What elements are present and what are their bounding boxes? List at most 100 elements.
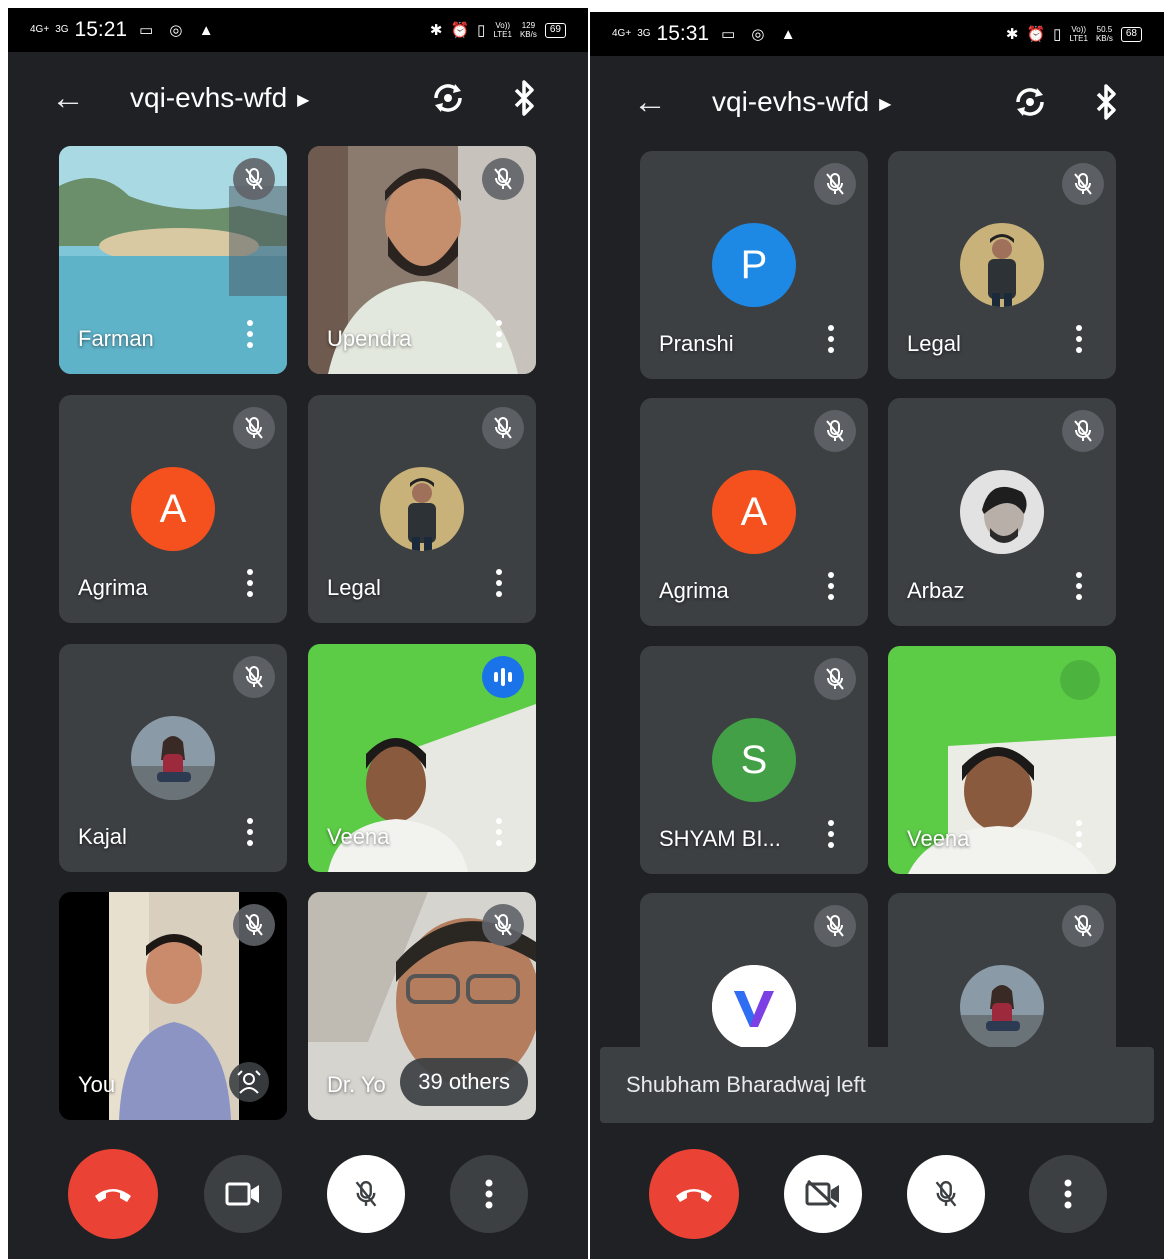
participant-more-icon[interactable] (1072, 820, 1086, 854)
avatar-letter: A (131, 467, 215, 551)
meeting-code-text: vqi-evhs-wfd (712, 86, 870, 117)
participant-more-icon[interactable] (1072, 572, 1086, 606)
participant-name: Dr. Yo (327, 1072, 386, 1097)
volte-indicator: Vo)) LTE1 (1069, 25, 1088, 43)
others-count-chip[interactable]: 39 others (400, 1058, 528, 1106)
meeting-header: ← vqi-evhs-wfd ▶ (590, 70, 1164, 134)
muted-mic-icon (1062, 410, 1104, 452)
bluetooth-audio-icon[interactable] (504, 76, 544, 120)
battery-level: 69 (544, 22, 566, 38)
participant-tile[interactable]: Kajal (59, 644, 287, 872)
meeting-header: ← vqi-evhs-wfd ▶ (8, 66, 588, 130)
avatar-photo (960, 223, 1044, 307)
participant-tile[interactable]: Veena (888, 646, 1116, 874)
network-indicator-2: 3G (637, 28, 651, 39)
muted-mic-icon (1062, 905, 1104, 947)
participant-more-icon[interactable] (243, 320, 257, 354)
notification-icons: ▭ ◎ ▲ (721, 26, 802, 43)
participant-tile[interactable]: Legal (308, 395, 536, 623)
camera-off-button[interactable] (784, 1155, 862, 1233)
status-time: 15:31 (656, 22, 710, 45)
muted-mic-icon (814, 410, 856, 452)
participant-name: Kajal (78, 824, 127, 849)
participant-more-icon[interactable] (492, 818, 506, 852)
more-options-button[interactable] (1029, 1155, 1107, 1233)
network-indicator-1: 4G+ (30, 24, 50, 35)
participant-tile[interactable]: Dr. Yo 39 others (308, 892, 536, 1120)
notification-icons: ▭ ◎ ▲ (139, 22, 220, 39)
participant-tile[interactable]: A Agrima (59, 395, 287, 623)
more-options-button[interactable] (450, 1155, 528, 1233)
avatar-letter: S (712, 718, 796, 802)
meeting-code-text: vqi-evhs-wfd (130, 82, 288, 113)
network-indicator-1: 4G+ (612, 28, 632, 39)
muted-mic-icon (482, 158, 524, 200)
flip-camera-icon[interactable] (1008, 80, 1052, 124)
status-bar: 4G+ 3G 15:21 ▭ ◎ ▲ ✱ ⏰ ▯ Vo)) LTE1 129 K… (8, 8, 588, 52)
participant-more-icon[interactable] (824, 325, 838, 359)
participant-name: Upendra (327, 326, 412, 351)
muted-mic-icon (482, 407, 524, 449)
participant-tile[interactable]: Legal (888, 151, 1116, 379)
participant-more-icon[interactable] (243, 569, 257, 603)
participant-more-icon[interactable] (492, 569, 506, 603)
participant-name: SHYAM BI... (659, 826, 781, 851)
participant-tile[interactable]: S SHYAM BI... (640, 646, 868, 874)
muted-mic-icon (233, 158, 275, 200)
battery-level: 68 (1120, 26, 1142, 42)
participant-tile[interactable]: Farman (59, 146, 287, 374)
background-effects-icon[interactable] (229, 1062, 269, 1102)
participant-tile[interactable]: P Pranshi (640, 151, 868, 379)
muted-mic-icon (233, 656, 275, 698)
participant-name: Agrima (659, 578, 729, 603)
avatar-letter: P (712, 223, 796, 307)
participant-more-icon[interactable] (1072, 325, 1086, 359)
participant-more-icon[interactable] (492, 320, 506, 354)
participant-more-icon[interactable] (824, 820, 838, 854)
end-call-button[interactable] (649, 1149, 739, 1239)
speaking-indicator-icon (482, 656, 524, 698)
avatar-photo (131, 716, 215, 800)
net-speed: 50.5 KB/s (1095, 25, 1113, 43)
participant-tile[interactable]: Veena (308, 644, 536, 872)
vibrate-icon: ▯ (1053, 26, 1062, 43)
participant-more-icon[interactable] (824, 572, 838, 606)
muted-mic-icon (1062, 163, 1104, 205)
v-logo-avatar (712, 965, 796, 1049)
vibrate-icon: ▯ (477, 22, 486, 39)
caret-right-icon: ▶ (297, 91, 310, 109)
participant-tile[interactable]: Arbaz (888, 398, 1116, 626)
participant-name: Legal (327, 575, 381, 600)
meeting-code[interactable]: vqi-evhs-wfd ▶ (712, 86, 891, 118)
participant-more-icon[interactable] (243, 818, 257, 852)
mic-toggle-button[interactable] (327, 1155, 405, 1233)
network-indicator-2: 3G (55, 24, 69, 35)
participant-tile[interactable]: Upendra (308, 146, 536, 374)
meeting-code[interactable]: vqi-evhs-wfd ▶ (130, 82, 309, 114)
participant-name: You (78, 1072, 116, 1097)
avatar-photo (380, 467, 464, 551)
self-tile[interactable]: You (59, 892, 287, 1120)
back-arrow-icon[interactable]: ← (46, 79, 90, 118)
participant-name: Farman (78, 326, 154, 351)
bluetooth-audio-icon[interactable] (1086, 80, 1126, 124)
participant-name: Agrima (78, 575, 148, 600)
avatar-letter: A (712, 470, 796, 554)
mic-toggle-button[interactable] (907, 1155, 985, 1233)
participant-name: Legal (907, 331, 961, 356)
camera-toggle-button[interactable] (204, 1155, 282, 1233)
back-arrow-icon[interactable]: ← (628, 83, 672, 122)
meet-screen-left: 4G+ 3G 15:21 ▭ ◎ ▲ ✱ ⏰ ▯ Vo)) LTE1 129 K… (8, 8, 588, 1259)
status-bar: 4G+ 3G 15:31 ▭ ◎ ▲ ✱ ⏰ ▯ Vo)) LTE1 50.5 … (590, 12, 1164, 56)
end-call-button[interactable] (68, 1149, 158, 1239)
participant-name: Veena (907, 826, 970, 851)
participant-tile[interactable]: A Agrima (640, 398, 868, 626)
participant-name: Veena (327, 824, 390, 849)
muted-mic-icon (233, 904, 275, 946)
caret-right-icon: ▶ (879, 95, 892, 113)
muted-mic-icon (482, 904, 524, 946)
volte-indicator: Vo)) LTE1 (493, 21, 512, 39)
avatar-photo (960, 965, 1044, 1049)
flip-camera-icon[interactable] (426, 76, 470, 120)
avatar-photo (960, 470, 1044, 554)
